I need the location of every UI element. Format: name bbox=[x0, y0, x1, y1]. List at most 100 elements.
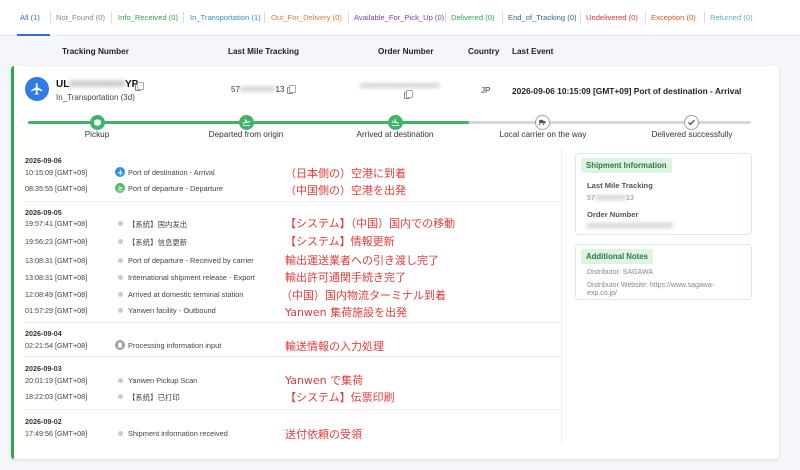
timeline-bullet bbox=[118, 239, 123, 244]
tab-count: (0) bbox=[332, 13, 342, 22]
timeline-bullet bbox=[118, 394, 123, 399]
tab-count: (0) bbox=[485, 13, 495, 22]
tracking-number-prefix: UL bbox=[56, 79, 70, 90]
stage-label-delivered: Delivered successfully bbox=[651, 130, 733, 139]
last-mile-tracking[interactable]: 57########13 bbox=[231, 85, 284, 94]
event-time: 02:21:54 [GMT+08] bbox=[25, 341, 88, 350]
event-date: 2026-09-02 bbox=[25, 417, 62, 426]
active-tab-indicator bbox=[17, 34, 50, 36]
tab-count: (0) bbox=[168, 13, 178, 22]
shipment-status: In_Transportation (3d) bbox=[56, 93, 135, 102]
order-number-value-masked: ###################### bbox=[587, 223, 673, 230]
distributor-website-line2[interactable]: exp.co.jp/ bbox=[587, 290, 617, 297]
tab-count: (1) bbox=[30, 13, 40, 22]
last-event-summary: 2026-09-06 10:15:09 [GMT+09] Port of des… bbox=[512, 86, 742, 96]
tab-end-of-tracking[interactable]: End_of_Tracking (0) bbox=[508, 13, 577, 22]
copy-icon[interactable] bbox=[135, 82, 144, 91]
date-group-divider bbox=[24, 356, 560, 357]
event-description: Port of departure - Received by carrier bbox=[128, 256, 254, 265]
plane-depart-icon bbox=[115, 183, 125, 193]
event-time: 20:01:19 [GMT+08] bbox=[25, 376, 88, 385]
tab-in-transportation[interactable]: In_Transportation (1) bbox=[190, 13, 261, 22]
event-time: 08:35:55 [GMT+08] bbox=[25, 184, 88, 193]
tab-returned[interactable]: Returned (0) bbox=[710, 13, 753, 22]
tab-separator bbox=[704, 12, 705, 23]
timeline-bullet bbox=[118, 275, 123, 280]
tab-undelivered[interactable]: Undelivered (0) bbox=[586, 13, 638, 22]
additional-notes-title: Additional Notes bbox=[581, 249, 653, 264]
tracking-number[interactable]: UL##########YP bbox=[56, 79, 138, 90]
event-description: Port of destination - Arrival bbox=[128, 168, 215, 177]
event-description: Yanwen facility - Outbound bbox=[128, 306, 216, 315]
event-description: International shipment release - Export bbox=[128, 273, 255, 282]
annotation-note: 送付依頼の受領 bbox=[285, 428, 362, 441]
copy-icon[interactable] bbox=[404, 90, 413, 99]
box-icon bbox=[90, 115, 105, 130]
tab-separator bbox=[580, 12, 581, 23]
tab-label: All bbox=[20, 13, 29, 22]
stage-label-arrived: Arrived at destination bbox=[356, 130, 434, 139]
event-time: 19:56:23 [GMT+08] bbox=[25, 237, 88, 246]
last-mile-suffix: 13 bbox=[275, 85, 285, 94]
status-days: (3d) bbox=[120, 93, 135, 102]
tab-delivered[interactable]: Delivered (0) bbox=[451, 13, 494, 22]
distributor-name: Distributor: SAGAWA bbox=[587, 269, 653, 276]
tab-label: In_Transportation bbox=[190, 13, 250, 22]
annotation-note: 【システム】伝票印刷 bbox=[285, 391, 395, 404]
event-description: 【系统】国内发出 bbox=[128, 220, 188, 229]
date-group-divider bbox=[24, 322, 560, 323]
event-description: Port of departure - Departure bbox=[128, 184, 223, 193]
country-code: JP bbox=[481, 86, 491, 95]
column-header-tracking-number: Tracking Number bbox=[62, 47, 129, 56]
tab-label: Info_Received bbox=[118, 13, 167, 22]
date-group-divider bbox=[24, 409, 560, 410]
plane-icon bbox=[25, 77, 49, 101]
tracking-number-masked: ########## bbox=[69, 79, 125, 90]
column-header-country: Country bbox=[468, 47, 500, 56]
stage-label-departed: Departed from origin bbox=[208, 130, 284, 139]
copy-icon[interactable] bbox=[287, 85, 296, 94]
tab-available-for-pick-up[interactable]: Available_For_Pick_Up (0) bbox=[354, 13, 444, 22]
tab-separator bbox=[502, 12, 503, 23]
last-mile-value: 57########13 bbox=[587, 195, 634, 202]
tab-all[interactable]: All (1) bbox=[20, 13, 40, 22]
event-date: 2026-09-03 bbox=[25, 364, 62, 373]
order-number-masked: ################### bbox=[360, 81, 440, 90]
section-divider bbox=[561, 148, 562, 443]
stage-label-pickup: Pickup bbox=[84, 130, 110, 139]
last-mile-masked: ######## bbox=[239, 85, 276, 94]
tab-separator bbox=[111, 12, 112, 23]
shipment-information-title: Shipment Information bbox=[581, 158, 672, 173]
event-time: 13:08:31 [GMT+08] bbox=[25, 273, 88, 282]
annotation-note: （日本側の）空港に到着 bbox=[285, 167, 406, 180]
tab-out-for-delivery[interactable]: Out_For_Delivery (0) bbox=[271, 13, 342, 22]
event-time: 18:22:03 [GMT+08] bbox=[25, 392, 88, 401]
tab-separator bbox=[645, 12, 646, 23]
tab-separator bbox=[445, 12, 446, 23]
tab-count: (0) bbox=[434, 13, 445, 22]
annotation-note: 【システム】（中国）国内での移動 bbox=[285, 217, 456, 230]
tab-count: (0) bbox=[743, 13, 753, 22]
tab-separator bbox=[50, 12, 51, 23]
status-text: In_Transportation bbox=[56, 93, 119, 102]
annotation-note: 輸送情報の入力処理 bbox=[285, 340, 384, 353]
tab-label: Delivered bbox=[451, 13, 484, 22]
event-description: Yanwen Pickup Scan bbox=[128, 376, 198, 385]
timeline-bullet bbox=[118, 308, 123, 313]
tab-not-found[interactable]: Not_Found (0) bbox=[56, 13, 105, 22]
last-mile-value-suffix: 13 bbox=[625, 195, 634, 202]
event-date: 2026-09-05 bbox=[25, 208, 62, 217]
event-description: Arrived at domestic terminal station bbox=[128, 290, 244, 299]
plane-arrive-icon bbox=[388, 115, 403, 130]
column-header-order-number: Order Number bbox=[378, 47, 434, 56]
event-time: 10:15:09 [GMT+09] bbox=[25, 168, 88, 177]
event-description: Processing information input bbox=[128, 341, 222, 350]
tab-label: Available_For_Pick_Up bbox=[354, 13, 433, 22]
column-header-last-mile: Last Mile Tracking bbox=[228, 47, 299, 56]
tab-info-received[interactable]: Info_Received (0) bbox=[118, 13, 178, 22]
last-mile-value-masked: ######## bbox=[594, 195, 626, 202]
tab-exception[interactable]: Exception (0) bbox=[651, 13, 696, 22]
annotation-note: 輸出許可通関手続き完了 bbox=[285, 271, 406, 284]
tab-count: (0) bbox=[686, 13, 696, 22]
distributor-website-line1[interactable]: Distributor Website: https://www.sagawa- bbox=[587, 282, 714, 289]
